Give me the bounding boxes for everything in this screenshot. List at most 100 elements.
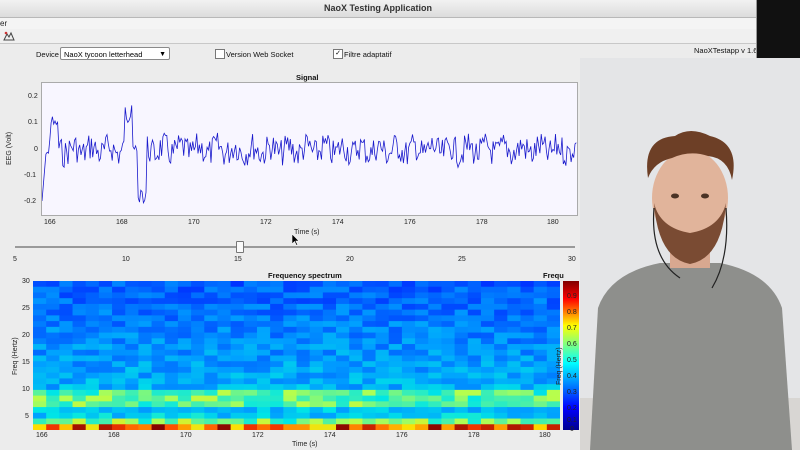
spectrogram-cell	[256, 338, 271, 345]
spectrogram-cell	[428, 366, 442, 374]
spectrogram-cell	[191, 309, 205, 316]
spectrogram-cell	[533, 338, 548, 345]
spectrogram-cell	[46, 315, 60, 322]
spectrogram-cell	[230, 292, 245, 299]
spectrogram-cell	[256, 349, 271, 356]
spectrogram-cell	[98, 332, 113, 339]
spectrogram-cell	[349, 424, 363, 430]
spectrogram-cell	[375, 286, 390, 293]
websocket-checkbox[interactable]	[215, 49, 225, 59]
spectrogram-cell	[546, 407, 560, 414]
spectrogram-heatmap[interactable]	[33, 281, 560, 430]
spectrogram-cell	[283, 309, 298, 316]
spectrogram-cell	[520, 309, 535, 316]
spectrogram-cell	[98, 418, 113, 425]
spectrogram-cell	[112, 378, 126, 385]
spectrogram-cell	[125, 389, 139, 397]
spectrogram-cell	[480, 349, 495, 356]
spectrogram-cell	[204, 281, 218, 288]
window-slider-track[interactable]	[15, 246, 575, 248]
spectrogram-cell	[322, 395, 337, 402]
menu-item-fragment[interactable]: er	[0, 19, 7, 28]
spectrogram-cell	[375, 349, 390, 356]
spectrogram-cell	[125, 349, 139, 356]
signal-ytick: 0.1	[28, 119, 38, 126]
spectrogram-cell	[401, 292, 416, 299]
spectrogram-cell	[375, 378, 390, 385]
spectrogram-cell	[85, 361, 100, 368]
spectrogram-cell	[428, 389, 442, 397]
spectrogram-cell	[98, 355, 113, 362]
spectrogram-cell	[441, 292, 456, 299]
spectrogram-cell	[415, 418, 429, 425]
filter-checkbox[interactable]: ✓	[333, 49, 343, 59]
spectrogram-cell	[467, 395, 482, 402]
spectrogram-cell	[33, 315, 47, 322]
spectrogram-cell	[33, 321, 47, 328]
spectrogram-cell	[296, 338, 311, 345]
spectrogram-cell	[230, 378, 245, 385]
slider-tick: 20	[346, 256, 354, 263]
spectrogram-cell	[85, 412, 100, 420]
spectrogram-cell	[33, 309, 47, 316]
spectrogram-cell	[59, 332, 74, 339]
spectrogram-cell	[454, 326, 469, 334]
spectrogram-cell	[494, 315, 508, 322]
spectrogram-cell	[243, 355, 258, 362]
spectrogram-cell	[520, 424, 535, 430]
spectrogram-cell	[362, 338, 377, 345]
spectrogram-cell	[204, 366, 218, 374]
device-select[interactable]: NaoX tycoon letterhead ▼	[60, 47, 170, 60]
spectrogram-cell	[33, 401, 47, 408]
spectrogram-cell	[322, 303, 337, 311]
spectrogram-cell	[243, 389, 258, 397]
spectrogram-cell	[388, 412, 403, 420]
spectrogram-cell	[177, 349, 192, 356]
spectrogram-cell	[204, 298, 218, 305]
window-slider-thumb[interactable]	[236, 241, 244, 253]
spectrogram-cell	[375, 344, 390, 351]
spectrogram-cell	[309, 349, 324, 356]
spectrogram-cell	[296, 309, 311, 316]
spectrogram-cell	[125, 407, 139, 414]
spectrogram-cell	[151, 332, 166, 339]
spectrogram-cell	[256, 292, 271, 299]
spectrogram-cell	[388, 366, 403, 374]
spectrogram-cell	[415, 321, 429, 328]
spectrogram-cell	[46, 407, 60, 414]
spectrogram-cell	[46, 378, 60, 385]
spectrogram-cell	[164, 361, 179, 368]
spectrogram-cell	[388, 372, 403, 379]
spectrogram-cell	[415, 389, 429, 397]
spectrogram-cell	[98, 303, 113, 311]
signal-plot-area[interactable]	[41, 82, 578, 216]
spectrogram-cell	[217, 412, 232, 420]
spectrogram-cell	[243, 344, 258, 351]
spectrogram-cell	[309, 401, 324, 408]
spectrogram-cell	[230, 298, 245, 305]
spectrogram-cell	[375, 401, 390, 408]
spectrogram-cell	[270, 361, 284, 368]
spectrogram-cell	[46, 332, 60, 339]
spectrogram-cell	[533, 424, 548, 430]
spectrogram-cell	[362, 361, 377, 368]
spectrogram-cell	[72, 378, 87, 385]
signal-ytick: -0.2	[24, 198, 37, 205]
spectrogram-cell	[520, 412, 535, 420]
spectrogram-cell	[494, 372, 508, 379]
spectrogram-cell	[204, 372, 218, 379]
spectrogram-cell	[85, 344, 100, 351]
spectrogram-cell	[112, 281, 126, 288]
spectrogram-cell	[441, 281, 456, 288]
plot-edit-icon[interactable]	[3, 30, 15, 42]
spectrogram-cell	[401, 321, 416, 328]
spectrogram-cell	[494, 395, 508, 402]
spectrogram-cell	[296, 372, 311, 379]
spectrogram-cell	[441, 298, 456, 305]
spectrogram-cell	[428, 309, 442, 316]
spectrogram-cell	[533, 303, 548, 311]
spectrogram-cell	[309, 303, 324, 311]
spectrogram-cell	[85, 286, 100, 293]
spectrogram-cell	[164, 303, 179, 311]
spectrogram-cell	[270, 281, 284, 288]
